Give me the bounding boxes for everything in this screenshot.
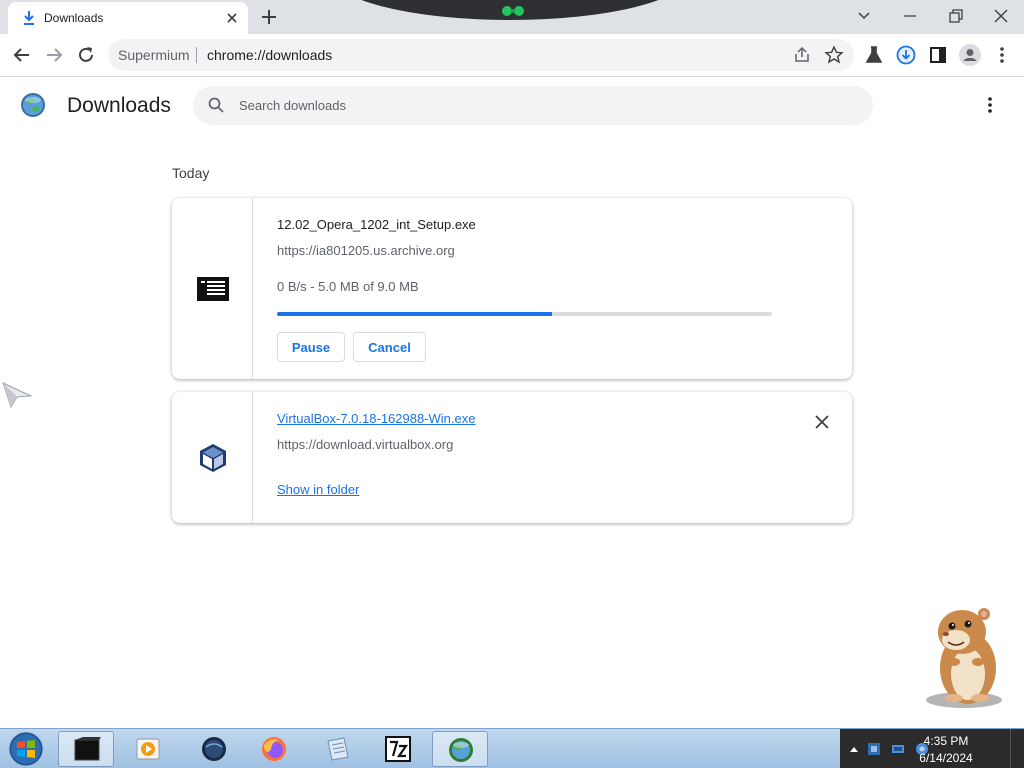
search-placeholder: Search downloads (239, 98, 346, 113)
side-panel-icon[interactable] (928, 45, 948, 65)
taskbar-notepad[interactable] (310, 731, 366, 767)
download-item-completed: VirtualBox-7.0.18-162988-Win.exe https:/… (172, 392, 852, 523)
taskbar-media-player[interactable] (120, 731, 176, 767)
tab-search-chevron-icon[interactable] (854, 6, 874, 26)
hamster-mascot-icon (926, 608, 1002, 708)
share-icon[interactable] (792, 45, 812, 65)
taskbar-7zip[interactable] (370, 731, 426, 767)
reload-icon[interactable] (76, 45, 96, 65)
taskbar-terminal[interactable] (58, 731, 114, 767)
mouse-cursor-icon (2, 382, 32, 408)
media-player-icon (136, 738, 160, 760)
site-chip: Supermium (118, 47, 190, 63)
taskbar-browser[interactable] (432, 731, 488, 767)
tab-downloads[interactable]: Downloads (8, 2, 248, 34)
download-status: 0 B/s - 5.0 MB of 9.0 MB (277, 279, 419, 294)
new-tab-icon[interactable] (260, 8, 278, 26)
restore-icon[interactable] (946, 6, 966, 26)
forward-icon[interactable] (44, 45, 64, 65)
clock-date[interactable]: 6/14/2024 (914, 751, 978, 765)
notepad-icon (327, 737, 349, 761)
download-source-url: https://ia801205.us.archive.org (277, 243, 455, 258)
downloads-toolbar-icon[interactable] (896, 45, 916, 65)
security-tray-icon[interactable] (866, 741, 882, 757)
url-text[interactable]: chrome://downloads (207, 47, 332, 63)
card-divider (252, 198, 253, 379)
network-tray-icon[interactable] (890, 741, 906, 757)
tab-title: Downloads (44, 11, 104, 25)
toolbar: Supermium chrome://downloads (0, 34, 1024, 77)
page-title: Downloads (67, 94, 171, 117)
search-icon (208, 97, 224, 113)
taskbar-firefox[interactable] (246, 731, 302, 767)
installer-file-icon (197, 277, 229, 301)
labs-flask-icon[interactable] (864, 45, 884, 65)
downloads-page-logo-icon (21, 93, 45, 117)
cancel-button[interactable]: Cancel (353, 332, 426, 362)
download-source-url: https://download.virtualbox.org (277, 437, 454, 452)
7zip-icon (385, 736, 411, 762)
search-downloads-field[interactable]: Search downloads (193, 86, 873, 125)
tab-strip: Downloads (0, 0, 1024, 34)
date-section-label: Today (172, 165, 210, 181)
terminal-icon (74, 737, 101, 761)
clock-time[interactable]: 4:35 PM (914, 734, 978, 748)
browser-menu-icon[interactable] (992, 45, 1012, 65)
screen: Downloads Supermium chrome://downloads D… (0, 0, 1024, 768)
show-in-folder-link[interactable]: Show in folder (277, 482, 359, 498)
show-hidden-icons-icon[interactable] (846, 741, 862, 757)
back-icon[interactable] (12, 45, 32, 65)
virtualbox-icon (200, 444, 226, 472)
download-item-in-progress: 12.02_Opera_1202_int_Setup.exe https://i… (172, 198, 852, 379)
close-window-icon[interactable] (991, 6, 1011, 26)
show-desktop-button[interactable] (1010, 729, 1024, 768)
card-divider (252, 392, 253, 523)
start-button-icon[interactable] (4, 731, 48, 767)
more-actions-icon[interactable] (980, 95, 1000, 115)
bookmark-star-icon[interactable] (824, 45, 844, 65)
profile-avatar-icon[interactable] (959, 44, 981, 66)
close-tab-icon[interactable] (224, 10, 240, 26)
address-separator (196, 47, 197, 63)
dark-globe-icon (202, 737, 226, 761)
taskbar: 4:35 PM 6/14/2024 (0, 728, 1024, 768)
firefox-icon (262, 737, 286, 761)
pause-button[interactable]: Pause (277, 332, 345, 362)
browser-icon (449, 738, 473, 762)
download-progress-bar (277, 312, 772, 316)
remove-from-list-icon[interactable] (812, 412, 832, 432)
download-progress-fill (277, 312, 552, 316)
download-filename: 12.02_Opera_1202_int_Setup.exe (277, 217, 476, 232)
decoration-eyes-icon (502, 6, 524, 16)
address-bar[interactable]: Supermium chrome://downloads (108, 39, 854, 71)
minimize-icon[interactable] (900, 6, 920, 26)
download-filename-link[interactable]: VirtualBox-7.0.18-162988-Win.exe (277, 411, 476, 427)
download-arrow-icon (24, 11, 34, 25)
taskbar-globe[interactable] (186, 731, 242, 767)
